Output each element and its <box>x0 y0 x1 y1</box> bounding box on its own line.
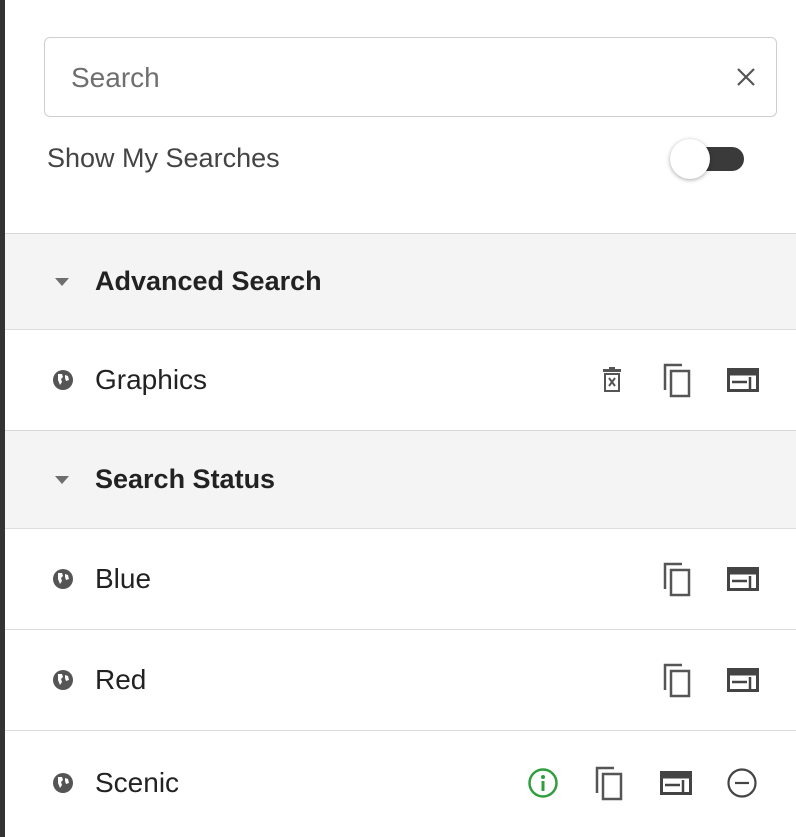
details-icon <box>727 368 759 392</box>
search-box <box>44 37 777 118</box>
details-button[interactable] <box>724 560 762 598</box>
list-item-scenic: Scenic <box>5 730 796 834</box>
details-button[interactable] <box>657 764 695 802</box>
clear-search-button[interactable] <box>728 59 764 95</box>
group-label: Advanced Search <box>95 266 322 296</box>
remove-icon <box>727 767 757 798</box>
copy-icon <box>663 562 691 597</box>
globe-icon <box>53 772 73 793</box>
show-my-searches-toggle[interactable] <box>670 139 746 179</box>
copy-icon <box>595 766 623 800</box>
list-item-graphics: Graphics <box>5 329 796 430</box>
caret-down-icon <box>55 475 69 484</box>
details-icon <box>660 770 692 795</box>
info-icon <box>528 767 558 798</box>
item-label[interactable]: Red <box>95 664 146 696</box>
search-input[interactable] <box>69 38 693 118</box>
delete-icon <box>603 367 621 392</box>
item-label[interactable]: Scenic <box>95 767 179 799</box>
info-button[interactable] <box>524 764 562 802</box>
item-label[interactable]: Blue <box>95 563 151 595</box>
details-icon <box>727 668 759 692</box>
list-item-red: Red <box>5 629 796 730</box>
group-header-search-status[interactable]: Search Status <box>5 430 796 528</box>
close-icon <box>737 68 755 86</box>
copy-button[interactable] <box>658 661 696 699</box>
details-icon <box>727 567 759 591</box>
globe-icon <box>53 670 73 690</box>
toggle-knob <box>670 139 710 179</box>
copy-icon <box>663 663 691 698</box>
copy-button[interactable] <box>658 560 696 598</box>
group-label: Search Status <box>95 464 276 494</box>
globe-icon <box>53 370 73 390</box>
saved-searches-panel: Show My Searches Advanced Search Graphic… <box>0 0 796 837</box>
copy-button[interactable] <box>658 361 696 399</box>
saved-search-list: Advanced Search Graphics Search Status B… <box>5 233 796 834</box>
details-button[interactable] <box>724 661 762 699</box>
remove-button[interactable] <box>723 764 761 802</box>
copy-button[interactable] <box>590 764 628 802</box>
show-my-searches-label: Show My Searches <box>47 143 280 173</box>
delete-button[interactable] <box>593 361 631 399</box>
globe-icon <box>53 569 73 589</box>
list-item-blue: Blue <box>5 528 796 629</box>
caret-down-icon <box>55 277 69 286</box>
details-button[interactable] <box>724 361 762 399</box>
copy-icon <box>663 363 691 398</box>
item-label[interactable]: Graphics <box>95 364 207 396</box>
group-header-advanced-search[interactable]: Advanced Search <box>5 233 796 329</box>
